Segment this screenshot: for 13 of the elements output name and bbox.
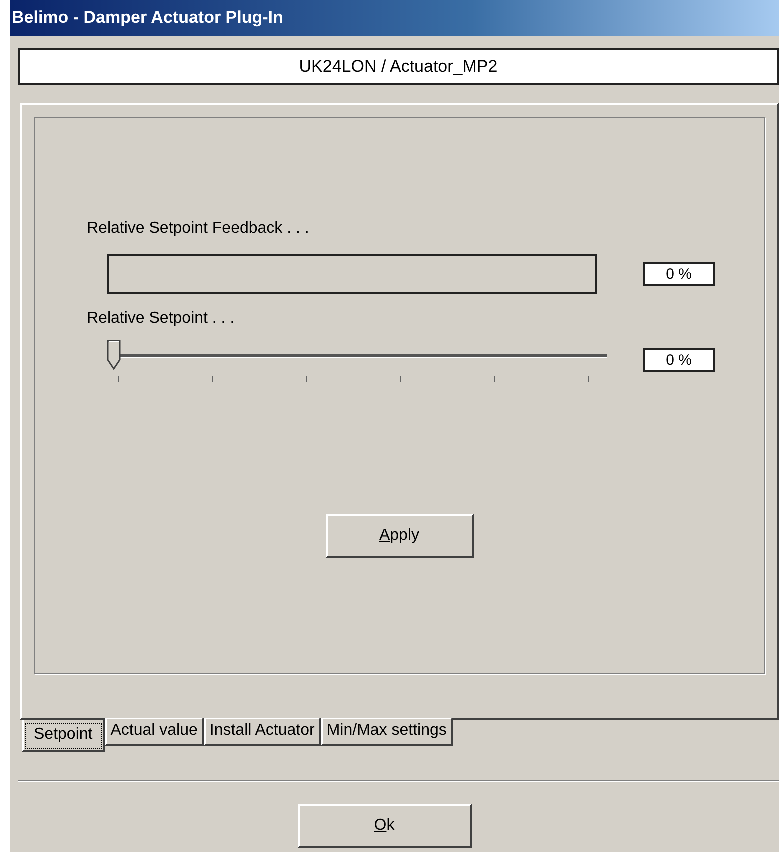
- feedback-label: Relative Setpoint Feedback . . .: [87, 220, 310, 238]
- tab[interactable]: Min/Max settings: [320, 718, 453, 746]
- setpoint-label: Relative Setpoint . . .: [87, 310, 235, 328]
- feedback-reading: 0 %: [643, 262, 715, 286]
- slider-thumb[interactable]: [107, 340, 121, 370]
- ok-button[interactable]: Ok: [298, 804, 472, 848]
- setpoint-reading: 0 %: [643, 348, 715, 372]
- window-title: Belimo - Damper Actuator Plug-In: [12, 8, 284, 28]
- device-path-field: UK24LON / Actuator_MP2: [18, 48, 779, 85]
- tab[interactable]: Setpoint: [22, 720, 105, 752]
- tab[interactable]: Actual value: [104, 718, 204, 746]
- apply-button[interactable]: Apply: [326, 514, 474, 558]
- tab[interactable]: Install Actuator: [204, 718, 321, 746]
